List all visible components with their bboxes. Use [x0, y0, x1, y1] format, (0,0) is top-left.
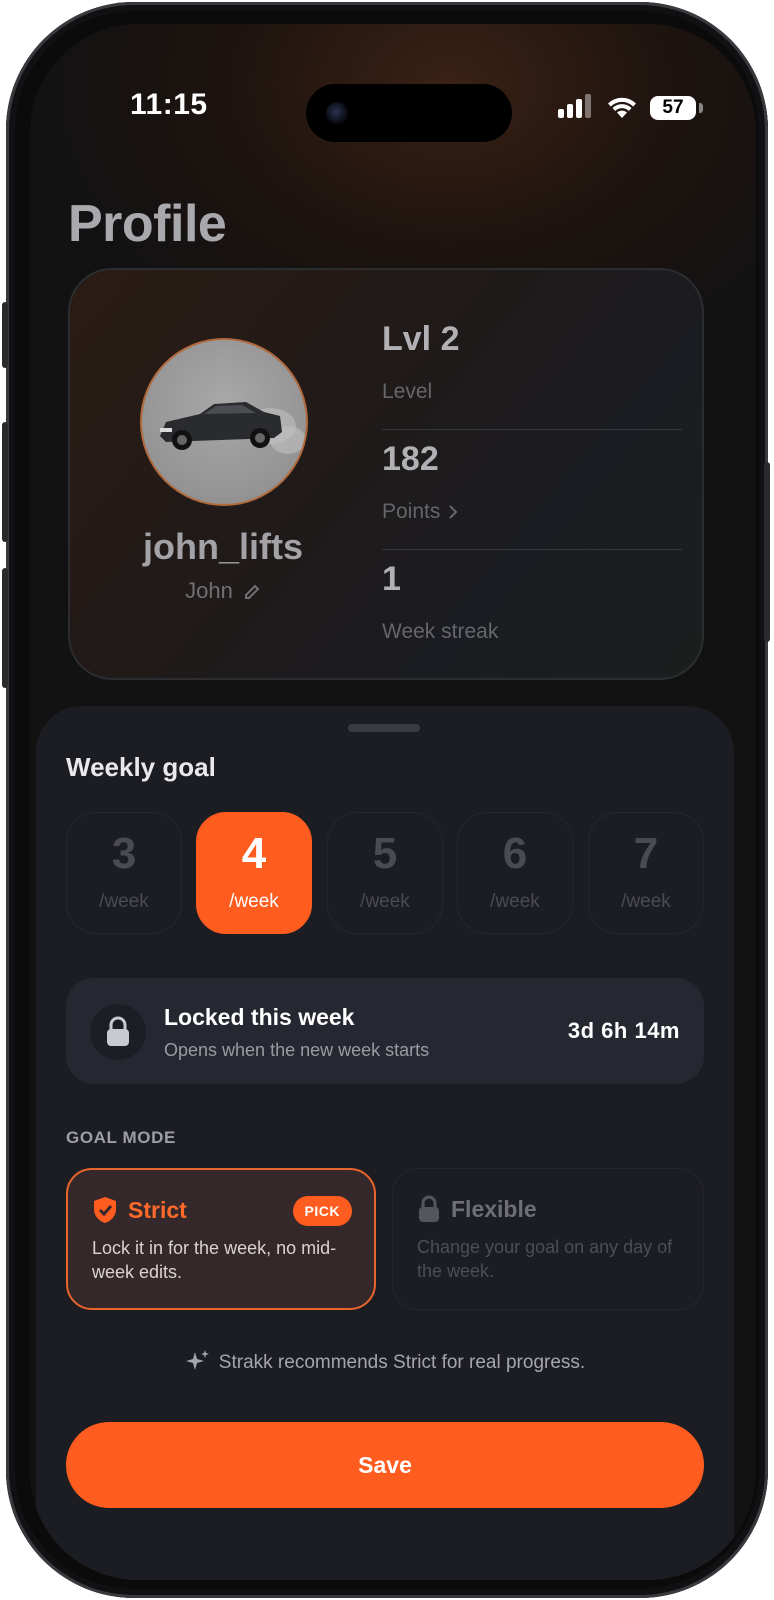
goal-option-number: 7: [633, 829, 659, 878]
goal-option-3[interactable]: 3 /week: [66, 812, 182, 934]
sparkle-icon: [185, 1350, 209, 1370]
goal-options: 3 /week 4 /week 5 /week 6 /week 7 /week: [66, 812, 704, 934]
status-icons: 57: [558, 94, 708, 122]
stat-points-label: Points: [382, 500, 441, 523]
goal-option-6[interactable]: 6 /week: [457, 812, 573, 934]
save-button[interactable]: Save: [66, 1422, 704, 1508]
pick-badge: PICK: [292, 1196, 352, 1226]
goal-option-unit: /week: [360, 891, 410, 912]
display-name: John: [185, 578, 233, 603]
goal-option-5[interactable]: 5 /week: [327, 812, 443, 934]
avatar[interactable]: [140, 338, 308, 506]
flexible-header: Flexible: [417, 1193, 537, 1225]
recommendation: Strakk recommends Strict for real progre…: [36, 1350, 734, 1374]
stat-streak-label: Week streak: [382, 620, 499, 643]
goal-option-number: 6: [502, 829, 528, 878]
profile-stats: Lvl 2 Level 182 Points 1 Week streak: [382, 310, 682, 670]
stat-streak-value: 1: [382, 560, 401, 598]
goal-option-number: 4: [241, 829, 267, 878]
stat-level-value: Lvl 2: [382, 320, 460, 358]
stat-level-label: Level: [382, 380, 433, 403]
lock-icon: [107, 1016, 129, 1046]
goal-mode-flexible-card[interactable]: Flexible Change your goal on any day of …: [392, 1168, 704, 1310]
sheet-grabber[interactable]: [348, 724, 420, 732]
sheet-title: Weekly goal: [66, 752, 216, 782]
phone-frame: 11:15 57 Profile john_lifts John Lvl 2 L…: [2, 2, 770, 1598]
car-avatar-image: [160, 402, 306, 454]
strict-description: Lock it in for the week, no mid-week edi…: [92, 1238, 337, 1282]
recommendation-text: Strakk recommends Strict for real progre…: [218, 1352, 586, 1374]
goal-option-number: 5: [372, 829, 398, 878]
username: john_lifts: [143, 526, 303, 567]
goal-option-unit: /week: [99, 891, 149, 912]
strict-name: Strict: [128, 1196, 187, 1223]
strict-header: Strict: [92, 1194, 187, 1226]
wifi-icon: [608, 97, 636, 118]
goal-option-number: 3: [111, 829, 137, 878]
power-button: [764, 462, 770, 642]
dynamic-island: [306, 84, 512, 142]
profile-card: john_lifts John Lvl 2 Level 182 Points 1…: [68, 268, 704, 680]
volume-up-button: [2, 422, 8, 542]
goal-option-unit: /week: [490, 891, 540, 912]
lock-icon-container: [90, 1004, 146, 1060]
front-camera-icon: [326, 102, 348, 124]
battery-icon: 57: [650, 96, 696, 120]
goal-option-4[interactable]: 4 /week: [196, 812, 312, 934]
goal-option-7[interactable]: 7 /week: [588, 812, 704, 934]
lock-icon: [419, 1195, 439, 1222]
lock-title: Locked this week: [164, 1004, 355, 1030]
page-title: Profile: [68, 195, 227, 253]
display-name-row[interactable]: John: [70, 578, 376, 604]
shield-check-icon: [94, 1197, 116, 1223]
lock-notice-card: Locked this week Opens when the new week…: [66, 978, 704, 1084]
cellular-signal-icon: [558, 94, 594, 120]
goal-option-unit: /week: [621, 891, 671, 912]
stat-level: Lvl 2 Level: [382, 310, 682, 430]
goal-option-unit: /week: [229, 891, 279, 912]
goal-mode-strict-card[interactable]: Strict PICK Lock it in for the week, no …: [66, 1168, 376, 1310]
lock-subtitle: Opens when the new week starts: [164, 1040, 430, 1060]
lock-countdown: 3d 6h 14m: [567, 1018, 680, 1043]
weekly-goal-sheet: Weekly goal 3 /week 4 /week 5 /week 6 /w…: [36, 706, 734, 1580]
battery-tip: [699, 103, 703, 113]
chevron-right-icon: [449, 505, 458, 520]
stat-streak: 1 Week streak: [382, 550, 682, 670]
screen: 11:15 57 Profile john_lifts John Lvl 2 L…: [30, 24, 756, 1580]
flexible-name: Flexible: [451, 1195, 537, 1222]
stat-points[interactable]: 182 Points: [382, 430, 682, 550]
stat-points-label-row: Points: [382, 500, 458, 524]
goal-mode-label: GOAL MODE: [66, 1128, 176, 1147]
stat-points-value: 182: [382, 440, 439, 478]
volume-down-button: [2, 568, 8, 688]
flexible-description: Change your goal on any day of the week.: [417, 1237, 673, 1281]
edit-pencil-icon[interactable]: [243, 583, 261, 601]
status-time: 11:15: [130, 88, 208, 121]
action-button: [2, 302, 8, 368]
